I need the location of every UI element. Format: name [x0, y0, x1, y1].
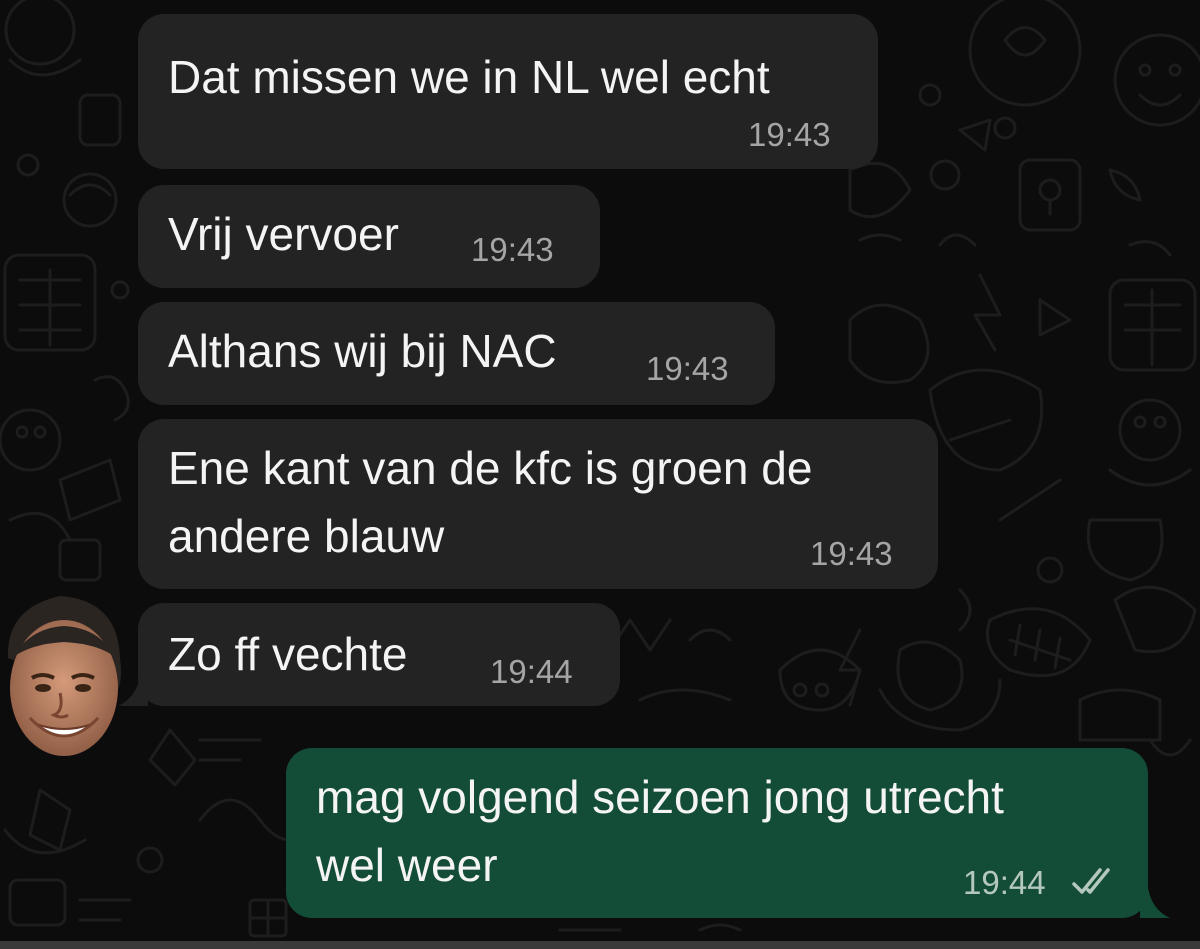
message-timestamp: 19:43 — [810, 535, 893, 572]
message-timestamp: 19:43 — [646, 350, 729, 387]
message-text-line: wel weer — [316, 839, 498, 891]
message-text-line: andere blauw — [168, 510, 445, 562]
message-timestamp: 19:43 — [471, 231, 554, 268]
message-timestamp: 19:43 — [748, 116, 831, 153]
message-bubble-incoming[interactable]: Dat missen we in NL wel echt 19:43 — [138, 14, 878, 169]
message-bubble-incoming[interactable]: Althans wij bij NAC 19:43 — [138, 302, 775, 405]
chat-view[interactable]: Dat missen we in NL wel echt 19:43 Vrij … — [0, 0, 1200, 949]
bottom-border — [0, 941, 1200, 949]
message-text-line: mag volgend seizoen jong utrecht — [316, 771, 1004, 823]
double-check-icon — [1072, 868, 1110, 894]
message-timestamp: 19:44 — [490, 653, 573, 690]
message-bubble-incoming[interactable]: Ene kant van de kfc is groen de andere b… — [138, 419, 938, 589]
message-text: Dat missen we in NL wel echt — [168, 51, 770, 103]
message-text: Zo ff vechte — [168, 628, 408, 680]
message-bubble-outgoing[interactable]: mag volgend seizoen jong utrecht wel wee… — [286, 748, 1148, 918]
message-timestamp: 19:44 — [963, 864, 1046, 901]
message-text-line: Ene kant van de kfc is groen de — [168, 442, 813, 494]
message-text: Vrij vervoer — [168, 208, 399, 260]
message-bubble-incoming[interactable]: Zo ff vechte 19:44 — [138, 603, 620, 706]
bubble-tail — [1140, 888, 1170, 918]
avatar[interactable] — [0, 588, 126, 766]
message-bubble-incoming[interactable]: Vrij vervoer 19:43 — [138, 185, 600, 288]
message-text: Althans wij bij NAC — [168, 325, 557, 377]
